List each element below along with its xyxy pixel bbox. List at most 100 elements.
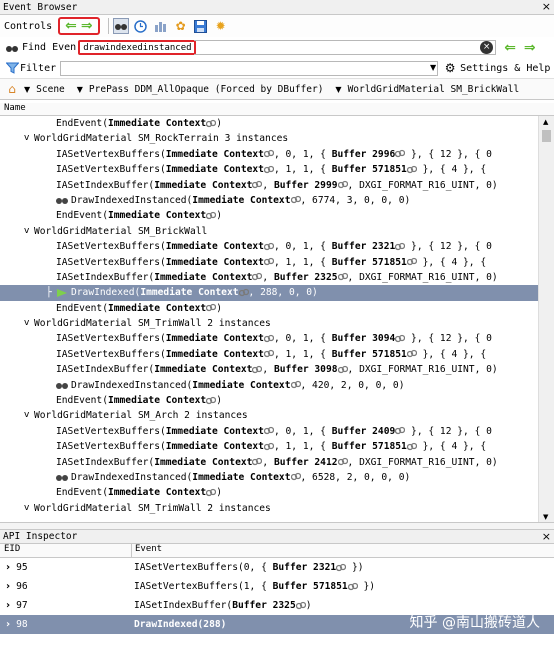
link-icon[interactable]: [263, 257, 274, 266]
buffer-link[interactable]: Buffer 2412: [274, 457, 338, 468]
link-icon[interactable]: [337, 180, 348, 189]
next-arrow-icon[interactable]: ⇒: [81, 19, 93, 33]
api-event-bold[interactable]: DrawIndexed(288): [134, 619, 226, 630]
context-link[interactable]: Immediate Context: [192, 380, 290, 391]
link-icon[interactable]: [395, 149, 406, 158]
link-icon[interactable]: [206, 488, 217, 497]
link-icon[interactable]: [406, 349, 417, 358]
scroll-down-icon[interactable]: ▼: [543, 513, 548, 521]
close-icon[interactable]: ×: [542, 530, 551, 543]
context-link[interactable]: Immediate Context: [154, 180, 252, 191]
link-icon[interactable]: [263, 165, 274, 174]
api-event-bold[interactable]: Buffer 2325: [232, 600, 296, 611]
context-link[interactable]: Immediate Context: [166, 441, 264, 452]
context-link[interactable]: Immediate Context: [108, 303, 206, 314]
buffer-link[interactable]: Buffer 3098: [274, 364, 338, 375]
chevron-down-icon[interactable]: v: [24, 501, 29, 516]
link-icon[interactable]: [406, 442, 417, 451]
chevron-right-icon[interactable]: ›: [6, 581, 10, 592]
link-icon[interactable]: [337, 272, 348, 281]
link-icon[interactable]: [252, 180, 263, 189]
link-icon[interactable]: [406, 165, 417, 174]
chevron-down-icon[interactable]: v: [24, 316, 29, 331]
buffer-link[interactable]: Buffer 571851: [332, 441, 407, 452]
gear-icon[interactable]: ✹: [213, 18, 229, 34]
context-link[interactable]: Immediate Context: [154, 457, 252, 468]
context-link[interactable]: Immediate Context: [166, 149, 264, 160]
link-icon[interactable]: [263, 334, 274, 343]
chevron-down-icon[interactable]: v: [24, 224, 29, 239]
context-link[interactable]: Immediate Context: [108, 210, 206, 221]
context-link[interactable]: Immediate Context: [192, 195, 290, 206]
chevron-down-icon[interactable]: v: [24, 131, 29, 146]
breadcrumb-item-brickwall[interactable]: WorldGridMaterial SM_BrickWall: [348, 84, 520, 95]
scroll-up-icon[interactable]: ▲: [543, 118, 548, 126]
event-row[interactable]: EndEvent(Immediate Context): [0, 301, 538, 316]
api-row[interactable]: › 96 IASetVertexBuffers(1, { Buffer 571851…: [0, 577, 554, 596]
event-row[interactable]: EndEvent(Immediate Context): [0, 485, 538, 500]
event-row[interactable]: EndEvent(Immediate Context): [0, 393, 538, 408]
find-prev-icon[interactable]: ⇐: [504, 41, 516, 55]
link-icon[interactable]: [206, 211, 217, 220]
tree-group-row[interactable]: v WorldGridMaterial SM_TrimWall 2 instanc…: [0, 316, 538, 331]
link-icon[interactable]: [252, 365, 263, 374]
chevron-right-icon[interactable]: ›: [6, 619, 10, 630]
buffer-link[interactable]: Buffer 3094: [332, 333, 396, 344]
context-link[interactable]: Immediate Context: [166, 241, 264, 252]
link-icon[interactable]: [406, 257, 417, 266]
clear-icon[interactable]: ×: [480, 41, 494, 54]
close-icon[interactable]: ×: [542, 0, 551, 13]
context-link[interactable]: Immediate Context: [154, 272, 252, 283]
tree-group-row[interactable]: v WorldGridMaterial SM_RockTerrain 3 inst…: [0, 131, 538, 146]
event-row[interactable]: DrawIndexedInstanced(Immediate Context , …: [0, 470, 538, 485]
buffer-link[interactable]: Buffer 2996: [332, 149, 396, 160]
buffer-link[interactable]: Buffer 2999: [274, 180, 338, 191]
event-row[interactable]: IASetVertexBuffers(Immediate Context , 0,…: [0, 424, 538, 439]
chevron-right-icon[interactable]: ›: [6, 562, 10, 573]
event-row[interactable]: IASetVertexBuffers(Immediate Context , 1,…: [0, 162, 538, 177]
link-icon[interactable]: [290, 380, 301, 389]
tree-group-row[interactable]: v WorldGridMaterial SM_Arch 2 instances: [0, 408, 538, 423]
event-row[interactable]: IASetIndexBuffer(Immediate Context, Buff…: [0, 362, 538, 377]
api-event-bold[interactable]: Buffer 2321: [273, 562, 337, 573]
find-input[interactable]: drawindexedinstanced: [78, 40, 197, 55]
event-row[interactable]: ├ DrawIndexed(Immediate Context , 288, 0, …: [0, 285, 538, 301]
bookmark-bars-icon[interactable]: [153, 18, 169, 34]
api-row[interactable]: › 95 IASetVertexBuffers(0, { Buffer 2321 }…: [0, 558, 554, 577]
breadcrumb-arrow-icon[interactable]: ▼: [77, 85, 83, 94]
link-icon[interactable]: [290, 195, 301, 204]
event-row[interactable]: IASetIndexBuffer(Immediate Context, Buff…: [0, 455, 538, 470]
prev-arrow-icon[interactable]: ⇐: [65, 19, 77, 33]
find-binoculars-icon[interactable]: [112, 18, 129, 34]
buffer-link[interactable]: Buffer 2325: [274, 272, 338, 283]
context-link[interactable]: Immediate Context: [154, 364, 252, 375]
find-next-icon[interactable]: ⇒: [524, 41, 536, 55]
link-icon[interactable]: [337, 365, 348, 374]
link-icon[interactable]: [336, 563, 347, 572]
event-row[interactable]: IASetVertexBuffers(Immediate Context , 1,…: [0, 255, 538, 270]
link-icon[interactable]: [263, 149, 274, 158]
link-icon[interactable]: [395, 334, 406, 343]
buffer-link[interactable]: Buffer 571851: [332, 164, 407, 175]
tree-group-row[interactable]: v WorldGridMaterial SM_TrimWall 2 instanc…: [0, 501, 538, 516]
context-link[interactable]: Immediate Context: [166, 426, 264, 437]
save-icon[interactable]: [193, 18, 209, 34]
link-icon[interactable]: [395, 426, 406, 435]
event-row[interactable]: IASetVertexBuffers(Immediate Context , 0,…: [0, 331, 538, 346]
breadcrumb-item-scene[interactable]: Scene: [36, 84, 65, 95]
link-icon[interactable]: [290, 472, 301, 481]
context-link[interactable]: Immediate Context: [166, 333, 264, 344]
event-row[interactable]: EndEvent(Immediate Context): [0, 116, 538, 131]
link-icon[interactable]: [263, 242, 274, 251]
event-row[interactable]: DrawIndexedInstanced(Immediate Context , …: [0, 378, 538, 393]
context-link[interactable]: Immediate Context: [166, 164, 264, 175]
context-link[interactable]: Immediate Context: [108, 487, 206, 498]
settings-help-button[interactable]: Settings & Help: [460, 63, 550, 74]
buffer-link[interactable]: Buffer 2409: [332, 426, 396, 437]
scrollbar-thumb[interactable]: [542, 130, 551, 142]
link-icon[interactable]: [206, 119, 217, 128]
context-link[interactable]: Immediate Context: [192, 472, 290, 483]
buffer-link[interactable]: Buffer 2321: [332, 241, 396, 252]
event-row[interactable]: DrawIndexedInstanced(Immediate Context , …: [0, 193, 538, 208]
find-input-rest[interactable]: ×: [194, 40, 497, 55]
